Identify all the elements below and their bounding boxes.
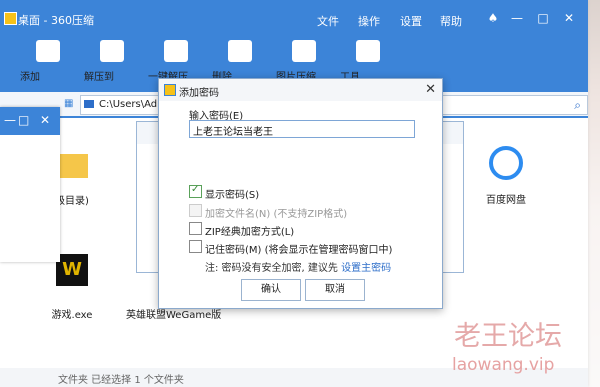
app-icon <box>4 12 17 25</box>
desktop-strip <box>588 0 600 387</box>
dialog-header: 添加密码 ✕ <box>159 79 442 101</box>
folder-up-icon <box>100 40 124 62</box>
zip-classic-label: ZIP经典加密方式(L) <box>205 227 295 238</box>
computer-icon <box>84 100 94 108</box>
close-icon[interactable]: ✕ <box>562 11 576 25</box>
list-item[interactable]: W 游戏.exe <box>44 254 100 321</box>
delete-button[interactable]: 删除 <box>212 40 268 83</box>
search-icon[interactable]: ⌕ <box>574 98 581 113</box>
cancel-button[interactable]: 取消 <box>305 279 365 301</box>
maximize-icon[interactable]: □ <box>18 113 29 127</box>
encrypt-filenames-label: 加密文件名(N) (不支持ZIP格式) <box>205 209 348 220</box>
secondary-window: — □ ✕ <box>0 107 60 262</box>
menu-operate[interactable]: 操作 <box>358 13 380 29</box>
close-icon[interactable]: ✕ <box>425 82 436 97</box>
trash-icon <box>228 40 252 62</box>
remember-password-checkbox[interactable] <box>189 240 202 253</box>
image-icon <box>292 40 316 62</box>
set-master-password-link[interactable]: 设置主密码 <box>341 263 391 274</box>
tools-button[interactable]: 工具 <box>340 40 396 83</box>
watermark-title: 老王论坛 <box>454 321 562 352</box>
list-item[interactable]: 百度网盘 <box>478 146 534 206</box>
minimize-icon[interactable]: — <box>510 11 524 25</box>
watermark-url: laowang.vip <box>452 355 555 375</box>
folder-extract-icon <box>164 40 188 62</box>
app-icon <box>164 84 176 96</box>
tools-icon <box>356 40 380 62</box>
add-icon <box>36 40 60 62</box>
baidu-netdisk-icon <box>489 146 523 180</box>
folder-icon <box>56 154 88 178</box>
game-icon: W <box>56 254 88 286</box>
add-button[interactable]: 添加 <box>20 40 76 83</box>
zip-classic-checkbox[interactable] <box>189 222 202 235</box>
encrypt-filenames-checkbox[interactable] <box>189 204 202 217</box>
password-input[interactable]: 上老王论坛当老王 <box>189 120 415 138</box>
security-note: 注: 密码没有安全加密, 建议先 设置主密码 <box>205 263 392 274</box>
menu-file[interactable]: 文件 <box>317 13 339 29</box>
remember-password-label: 记住密码(M) (将会显示在管理密码窗口中) <box>205 245 393 256</box>
menu-help[interactable]: 帮助 <box>440 13 462 29</box>
address-path: C:\Users\Adm <box>99 99 167 110</box>
add-password-dialog: 添加密码 ✕ 输入密码(E) 上老王论坛当老王 显示密码(S) 加密文件名(N)… <box>158 78 443 309</box>
close-icon[interactable]: ✕ <box>40 113 50 127</box>
menu-settings[interactable]: 设置 <box>400 13 422 29</box>
skin-icon[interactable]: ♠ <box>486 11 500 25</box>
view-grid-icon[interactable]: ▦ <box>64 98 73 109</box>
window-title: 桌面 - 360压缩 <box>18 14 94 27</box>
extract-to-button[interactable]: 解压到 <box>84 40 140 83</box>
maximize-icon[interactable]: □ <box>536 11 550 25</box>
one-click-extract-button[interactable]: 一键解压 <box>148 40 204 83</box>
confirm-button[interactable]: 确认 <box>241 279 301 301</box>
show-password-checkbox[interactable] <box>189 184 202 198</box>
dialog-title: 添加密码 <box>179 88 219 99</box>
image-compress-button[interactable]: 图片压缩 <box>276 40 332 83</box>
minimize-icon[interactable]: — <box>4 113 16 127</box>
show-password-label: 显示密码(S) <box>205 190 260 201</box>
